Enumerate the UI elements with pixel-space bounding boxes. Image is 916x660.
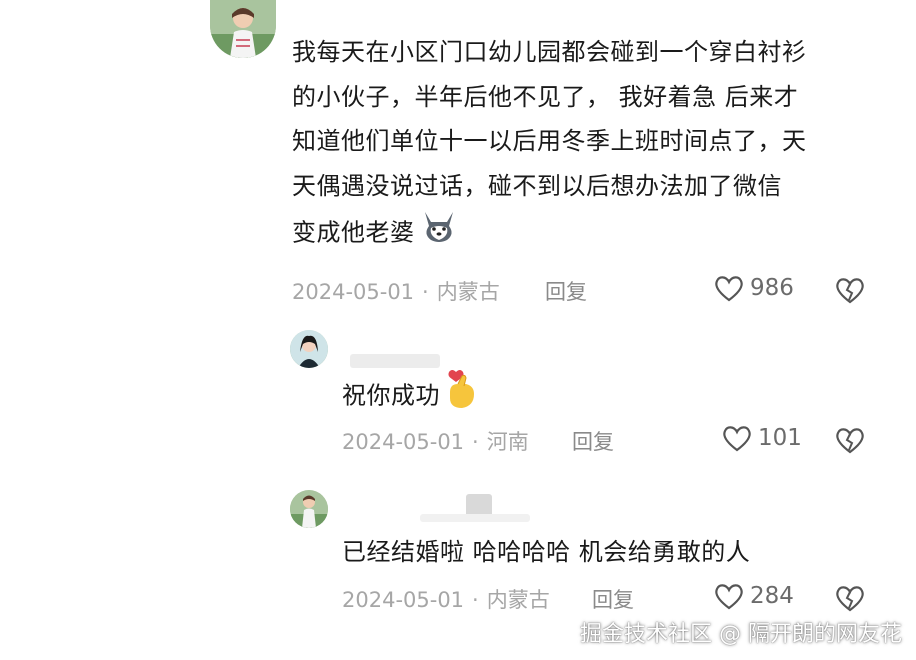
avatar[interactable] (210, 0, 276, 58)
broken-heart-icon (836, 278, 864, 304)
broken-heart-icon (836, 586, 864, 612)
separator: · (472, 430, 479, 454)
like-button[interactable]: 986 (714, 274, 794, 302)
avatar-photo (290, 330, 328, 368)
comment-date: 2024-05-01 (342, 430, 465, 454)
separator: · (472, 588, 479, 612)
comment-line: 变成他老婆 (292, 208, 892, 259)
avatar-photo (210, 0, 276, 58)
avatar-photo (290, 490, 328, 528)
dislike-button[interactable] (835, 276, 865, 308)
like-count: 101 (758, 425, 802, 451)
dislike-button[interactable] (835, 426, 865, 458)
separator: · (422, 280, 429, 304)
like-count: 284 (750, 583, 794, 609)
heart-outline-icon (723, 426, 751, 452)
avatar[interactable] (290, 490, 328, 528)
heart-outline-icon (715, 584, 743, 610)
like-button[interactable]: 284 (714, 582, 794, 610)
reply-button[interactable]: 回复 (592, 584, 634, 614)
like-button[interactable]: 101 (722, 424, 802, 452)
husky-emoji (419, 208, 459, 259)
reply-button[interactable]: 回复 (545, 276, 587, 306)
comment-text: 已经结婚啦 哈哈哈哈 机会给勇敢的人 (342, 538, 751, 566)
username-blurred (350, 354, 440, 368)
comment-text: 祝你成功 (342, 368, 478, 425)
comment-meta: 2024-05-01 · 内蒙古 (342, 584, 550, 614)
heart-outline-icon (715, 276, 743, 302)
comment-location: 内蒙古 (436, 280, 500, 304)
comment-date: 2024-05-01 (342, 588, 465, 612)
avatar[interactable] (290, 330, 328, 368)
dislike-button[interactable] (835, 584, 865, 616)
comment-date: 2024-05-01 (292, 280, 415, 304)
broken-heart-icon (836, 428, 864, 454)
comment-line: 天偶遇没说过话，碰不到以后想办法加了微信 (292, 171, 782, 200)
username-blurred (420, 514, 530, 522)
comment-line: 的小伙子，半年后他不见了， 我好着急 后来才 (292, 82, 799, 111)
comment-line: 知道他们单位十一以后用冬季上班时间点了，天 (292, 127, 807, 155)
reply-button[interactable]: 回复 (572, 426, 614, 456)
comment-text: 我每天在小区门口幼儿园都会碰到一个穿白衬衫 的小伙子，半年后他不见了， 我好着急… (292, 30, 892, 259)
comment-meta: 2024-05-01 · 内蒙古 (292, 276, 500, 306)
watermark: 掘金技术社区 @ 隔开朗的网友花 (580, 622, 902, 647)
comment-location: 内蒙古 (486, 588, 550, 612)
like-count: 986 (750, 275, 794, 301)
finger-heart-emoji (444, 368, 478, 425)
comment-location: 河南 (486, 430, 529, 454)
comment-line: 我每天在小区门口幼儿园都会碰到一个穿白衬衫 (292, 38, 807, 66)
comment-meta: 2024-05-01 · 河南 (342, 426, 529, 456)
